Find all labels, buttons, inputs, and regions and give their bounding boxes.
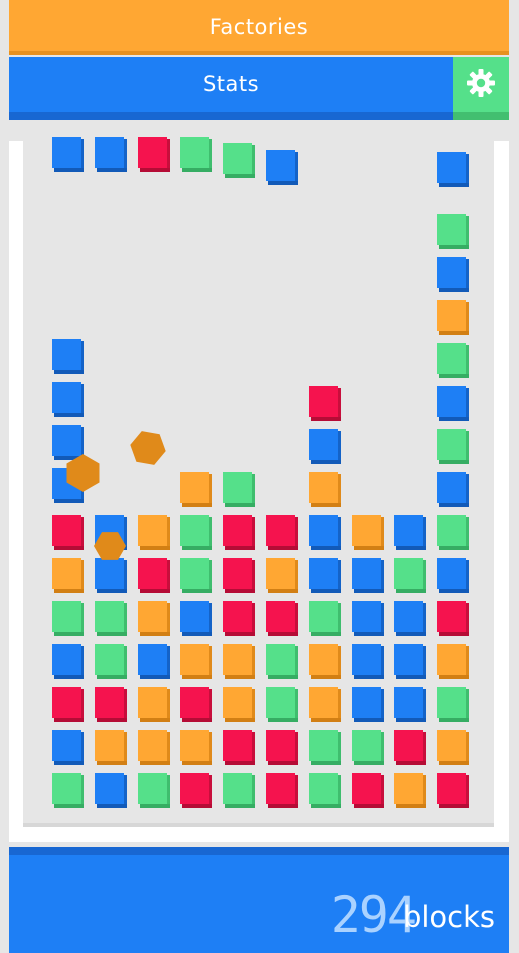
block-orange[interactable]	[137, 601, 170, 637]
block-blue[interactable]	[94, 137, 127, 172]
block-green[interactable]	[137, 773, 170, 809]
block-blue[interactable]	[266, 149, 298, 185]
block-orange[interactable]	[266, 558, 298, 594]
block-blue[interactable]	[437, 257, 470, 293]
block-orange[interactable]	[437, 730, 470, 766]
block-green[interactable]	[52, 601, 84, 637]
block-blue[interactable]	[437, 472, 470, 508]
block-green[interactable]	[394, 558, 427, 594]
block-orange[interactable]	[351, 515, 384, 551]
block-red[interactable]	[266, 730, 298, 766]
block-orange[interactable]	[94, 730, 127, 766]
block-green[interactable]	[223, 773, 256, 809]
block-blue[interactable]	[351, 558, 384, 594]
block-green[interactable]	[266, 687, 298, 723]
block-blue[interactable]	[394, 687, 427, 723]
block-blue[interactable]	[52, 382, 84, 418]
block-orange[interactable]	[180, 644, 213, 680]
block-red[interactable]	[223, 515, 256, 551]
block-blue[interactable]	[137, 644, 170, 680]
block-orange[interactable]	[437, 644, 470, 680]
block-blue[interactable]	[437, 152, 470, 188]
block-orange[interactable]	[308, 644, 341, 680]
block-red[interactable]	[266, 773, 298, 809]
block-blue[interactable]	[52, 644, 84, 680]
block-blue[interactable]	[394, 644, 427, 680]
block-blue[interactable]	[52, 730, 84, 766]
block-blue[interactable]	[308, 429, 341, 465]
block-green[interactable]	[437, 515, 470, 551]
block-red[interactable]	[266, 515, 298, 551]
block-red[interactable]	[137, 137, 170, 172]
block-orange[interactable]	[52, 558, 84, 594]
block-blue[interactable]	[94, 773, 127, 809]
block-green[interactable]	[52, 773, 84, 809]
block-orange[interactable]	[180, 472, 213, 508]
falling-hexagon	[66, 454, 100, 492]
block-red[interactable]	[52, 687, 84, 723]
block-red[interactable]	[52, 515, 84, 551]
block-blue[interactable]	[52, 339, 84, 375]
block-red[interactable]	[437, 773, 470, 809]
block-green[interactable]	[308, 601, 341, 637]
stats-button[interactable]: Stats	[9, 57, 453, 120]
block-orange[interactable]	[308, 472, 341, 508]
gear-icon	[467, 69, 495, 97]
block-orange[interactable]	[137, 515, 170, 551]
block-orange[interactable]	[180, 730, 213, 766]
block-red[interactable]	[394, 730, 427, 766]
block-blue[interactable]	[180, 601, 213, 637]
block-orange[interactable]	[308, 687, 341, 723]
falling-hexagon	[130, 431, 166, 465]
block-red[interactable]	[180, 687, 213, 723]
block-red[interactable]	[223, 558, 256, 594]
block-orange[interactable]	[394, 773, 427, 809]
block-green[interactable]	[308, 730, 341, 766]
block-red[interactable]	[308, 386, 341, 422]
block-green[interactable]	[94, 601, 127, 637]
block-red[interactable]	[351, 773, 384, 809]
block-orange[interactable]	[223, 687, 256, 723]
block-orange[interactable]	[437, 300, 470, 336]
block-green[interactable]	[180, 515, 213, 551]
block-blue[interactable]	[308, 515, 341, 551]
block-green[interactable]	[223, 143, 256, 179]
block-green[interactable]	[266, 644, 298, 680]
block-red[interactable]	[266, 601, 298, 637]
block-blue[interactable]	[394, 515, 427, 551]
block-green[interactable]	[308, 773, 341, 809]
block-green[interactable]	[437, 214, 470, 250]
factories-button[interactable]: Factories	[9, 0, 509, 55]
block-red[interactable]	[180, 773, 213, 809]
block-blue[interactable]	[351, 601, 384, 637]
block-blue[interactable]	[351, 687, 384, 723]
block-red[interactable]	[223, 730, 256, 766]
block-count-unit: blocks	[402, 900, 495, 934]
block-blue[interactable]	[52, 137, 84, 172]
block-red[interactable]	[94, 687, 127, 723]
block-blue[interactable]	[394, 601, 427, 637]
block-green[interactable]	[437, 343, 470, 379]
block-green[interactable]	[351, 730, 384, 766]
block-red[interactable]	[223, 601, 256, 637]
block-green[interactable]	[180, 137, 213, 172]
block-orange[interactable]	[137, 687, 170, 723]
block-green[interactable]	[437, 429, 470, 465]
settings-button[interactable]	[453, 57, 509, 120]
block-green[interactable]	[94, 644, 127, 680]
block-green[interactable]	[437, 687, 470, 723]
block-red[interactable]	[437, 601, 470, 637]
block-orange[interactable]	[137, 730, 170, 766]
block-red[interactable]	[137, 558, 170, 594]
block-blue[interactable]	[437, 386, 470, 422]
block-green[interactable]	[180, 558, 213, 594]
falling-hexagon	[94, 532, 126, 560]
block-green[interactable]	[223, 472, 256, 508]
block-blue[interactable]	[351, 644, 384, 680]
block-blue[interactable]	[437, 558, 470, 594]
block-orange[interactable]	[223, 644, 256, 680]
block-blue[interactable]	[308, 558, 341, 594]
